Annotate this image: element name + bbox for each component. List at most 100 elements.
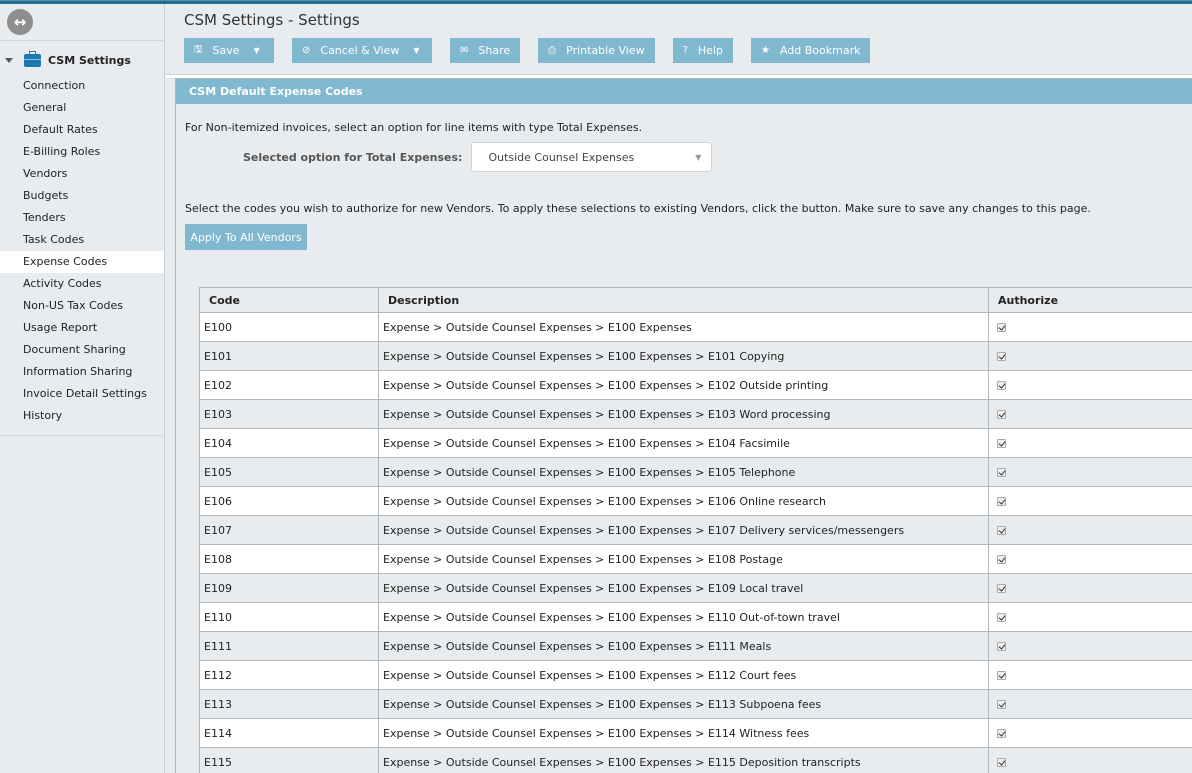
share-label: Share — [478, 44, 511, 57]
authorize-cell — [988, 486, 1192, 516]
sidebar-item-history[interactable]: History — [0, 405, 164, 427]
code-cell: E115 — [199, 747, 379, 773]
description-cell: Expense > Outside Counsel Expenses > E10… — [378, 544, 989, 574]
sidebar-item-default-rates[interactable]: Default Rates — [0, 119, 164, 141]
add-bookmark-button[interactable]: ★ Add Bookmark — [750, 38, 871, 63]
authorize-checkbox[interactable] — [997, 613, 1006, 622]
table-row: E112 Expense > Outside Counsel Expenses >… — [199, 660, 1192, 690]
code-cell: E107 — [199, 515, 379, 545]
code-cell: E112 — [199, 660, 379, 690]
cancel-view-button[interactable]: ⊘ Cancel & View ▼ — [292, 38, 432, 63]
authorize-cell — [988, 515, 1192, 545]
code-cell: E102 — [199, 370, 379, 400]
authorize-checkbox[interactable] — [997, 410, 1006, 419]
authorize-checkbox[interactable] — [997, 526, 1006, 535]
apply-to-all-vendors-button[interactable]: Apply To All Vendors — [185, 224, 307, 250]
sidebar-item-budgets[interactable]: Budgets — [0, 185, 164, 207]
sidebar-item-tenders[interactable]: Tenders — [0, 207, 164, 229]
sidebar-item-connection[interactable]: Connection — [0, 75, 164, 97]
sidebar-group-csm-settings[interactable]: CSM Settings — [0, 45, 164, 75]
column-header-authorize[interactable]: Authorize — [988, 287, 1192, 313]
select-value: Outside Counsel Expenses — [488, 150, 635, 164]
description-cell: Expense > Outside Counsel Expenses > E10… — [378, 399, 989, 429]
total-expenses-option-row: Selected option for Total Expenses: Outs… — [243, 142, 713, 172]
authorize-checkbox[interactable] — [997, 700, 1006, 709]
description-cell: Expense > Outside Counsel Expenses > E10… — [378, 312, 989, 342]
authorize-checkbox[interactable] — [997, 497, 1006, 506]
authorize-cell — [988, 341, 1192, 371]
cancel-label: Cancel & View — [320, 44, 400, 57]
sidebar-item-document-sharing[interactable]: Document Sharing — [0, 339, 164, 361]
authorize-checkbox[interactable] — [997, 729, 1006, 738]
description-cell: Expense > Outside Counsel Expenses > E10… — [378, 718, 989, 748]
share-button[interactable]: ✉ Share — [450, 38, 521, 63]
dropdown-arrow-icon: ▼ — [695, 152, 702, 162]
authorize-cell — [988, 399, 1192, 429]
code-cell: E100 — [199, 312, 379, 342]
column-header-description[interactable]: Description — [378, 287, 989, 313]
code-cell: E111 — [199, 631, 379, 661]
total-expenses-select[interactable]: Outside Counsel Expenses ▼ — [471, 142, 713, 172]
authorize-checkbox[interactable] — [997, 671, 1006, 680]
toolbar: 🖫 Save ▼ ⊘ Cancel & View ▼ ✉ Share ⎙ Pri… — [184, 38, 888, 63]
print-label: Printable View — [566, 44, 645, 57]
sidebar: ↔ CSM Settings Connection General Default … — [0, 4, 165, 773]
chevron-down-icon[interactable]: ▼ — [254, 46, 260, 55]
description-cell: Expense > Outside Counsel Expenses > E10… — [378, 370, 989, 400]
authorize-checkbox[interactable] — [997, 584, 1006, 593]
description-cell: Expense > Outside Counsel Expenses > E10… — [378, 631, 989, 661]
table-row: E101 Expense > Outside Counsel Expenses >… — [199, 341, 1192, 371]
main-content: CSM Settings - Settings 🖫 Save ▼ ⊘ Cance… — [166, 4, 1192, 773]
sidebar-item-invoice-detail-settings[interactable]: Invoice Detail Settings — [0, 383, 164, 405]
sidebar-item-usage-report[interactable]: Usage Report — [0, 317, 164, 339]
authorize-cell — [988, 428, 1192, 458]
authorize-cell — [988, 312, 1192, 342]
printable-view-button[interactable]: ⎙ Printable View — [538, 38, 655, 63]
code-cell: E104 — [199, 428, 379, 458]
cancel-circle-icon: ⊘ — [302, 45, 311, 56]
authorize-checkbox[interactable] — [997, 468, 1006, 477]
panel-title: CSM Default Expense Codes — [176, 79, 1192, 104]
table-row: E105 Expense > Outside Counsel Expenses >… — [199, 457, 1192, 487]
sidebar-item-information-sharing[interactable]: Information Sharing — [0, 361, 164, 383]
expense-codes-table: Code Description Authorize E100 Expense >… — [199, 287, 1192, 773]
sidebar-item-expense-codes[interactable]: Expense Codes — [0, 251, 164, 273]
chevron-down-icon[interactable]: ▼ — [413, 46, 419, 55]
help-button[interactable]: ? Help — [672, 38, 733, 63]
table-row: E110 Expense > Outside Counsel Expenses >… — [199, 602, 1192, 632]
description-cell: Expense > Outside Counsel Expenses > E10… — [378, 457, 989, 487]
table-row: E114 Expense > Outside Counsel Expenses >… — [199, 718, 1192, 748]
authorize-cell — [988, 602, 1192, 632]
move-arrows-icon[interactable]: ↔ — [7, 9, 33, 35]
authorize-checkbox[interactable] — [997, 758, 1006, 767]
sidebar-item-activity-codes[interactable]: Activity Codes — [0, 273, 164, 295]
description-cell: Expense > Outside Counsel Expenses > E10… — [378, 515, 989, 545]
description-cell: Expense > Outside Counsel Expenses > E10… — [378, 660, 989, 690]
table-row: E104 Expense > Outside Counsel Expenses >… — [199, 428, 1192, 458]
code-cell: E101 — [199, 341, 379, 371]
authorize-checkbox[interactable] — [997, 642, 1006, 651]
sidebar-item-e-billing-roles[interactable]: E-Billing Roles — [0, 141, 164, 163]
authorize-checkbox[interactable] — [997, 439, 1006, 448]
sidebar-item-vendors[interactable]: Vendors — [0, 163, 164, 185]
description-cell: Expense > Outside Counsel Expenses > E10… — [378, 747, 989, 773]
sidebar-item-task-codes[interactable]: Task Codes — [0, 229, 164, 251]
authorize-cell — [988, 573, 1192, 603]
code-cell: E113 — [199, 689, 379, 719]
sidebar-item-general[interactable]: General — [0, 97, 164, 119]
authorize-checkbox[interactable] — [997, 555, 1006, 564]
table-row: E102 Expense > Outside Counsel Expenses >… — [199, 370, 1192, 400]
table-row: E106 Expense > Outside Counsel Expenses >… — [199, 486, 1192, 516]
authorize-checkbox[interactable] — [997, 381, 1006, 390]
authorize-cell — [988, 544, 1192, 574]
authorize-checkbox[interactable] — [997, 352, 1006, 361]
table-header-row: Code Description Authorize — [199, 287, 1192, 313]
save-button[interactable]: 🖫 Save ▼ — [184, 38, 274, 63]
code-cell: E109 — [199, 573, 379, 603]
save-label: Save — [212, 44, 240, 57]
sidebar-item-non-us-tax-codes[interactable]: Non-US Tax Codes — [0, 295, 164, 317]
authorize-cell — [988, 718, 1192, 748]
column-header-code[interactable]: Code — [199, 287, 379, 313]
authorize-checkbox[interactable] — [997, 323, 1006, 332]
caret-down-icon[interactable] — [5, 57, 13, 63]
